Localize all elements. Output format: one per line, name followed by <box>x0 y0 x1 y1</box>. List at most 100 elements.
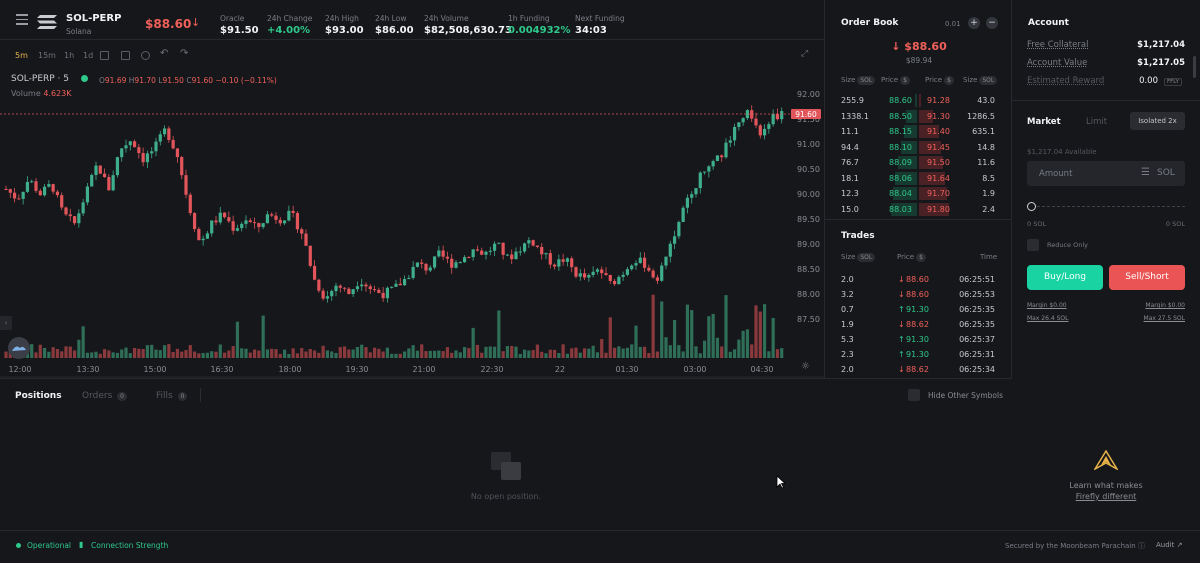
price-chart[interactable]: 92.00 91.50 91.00 90.50 90.00 89.50 89.00 88.50… <box>0 66 824 378</box>
volume-bar <box>672 320 677 358</box>
candle-body <box>677 222 681 237</box>
volume-bar <box>762 304 767 358</box>
indicators-icon[interactable] <box>121 51 130 60</box>
amount-unit[interactable]: SOL <box>1157 168 1175 178</box>
volume-bar <box>390 353 394 358</box>
volume-bar <box>321 345 325 358</box>
bid-size: 255.9 <box>841 96 864 105</box>
order-book-row[interactable]: 255.9 88.60 91.28 43.0 <box>825 93 1011 108</box>
x-tick-label: 16:30 <box>210 365 233 374</box>
candle-body <box>77 213 81 224</box>
candle-body <box>471 249 475 258</box>
redo-icon[interactable]: ↷ <box>180 48 188 59</box>
timeframe-1h[interactable]: 1h <box>64 51 74 60</box>
sell-short-button[interactable]: Sell/Short <box>1109 265 1185 290</box>
amount-input[interactable]: Amount ☰ SOL <box>1027 161 1185 186</box>
tab-limit[interactable]: Limit <box>1086 117 1107 127</box>
buy-long-button[interactable]: Buy/Long <box>1027 265 1103 290</box>
account-scrollbar[interactable] <box>1193 56 1196 78</box>
x-tick-label: 04:30 <box>750 365 773 374</box>
x-tick-label: 18:00 <box>278 365 301 374</box>
volume-bar <box>330 351 334 358</box>
volume-bar <box>432 350 437 358</box>
chart-settings-icon[interactable]: ☼ <box>801 361 810 372</box>
order-book-row[interactable]: 15.0 88.03 91.80 2.4 <box>825 202 1011 217</box>
stat-value: $91.50 <box>220 25 259 36</box>
y-tick-label: 92.00 <box>797 90 820 99</box>
fullscreen-icon[interactable]: ⤢ <box>801 49 808 59</box>
candle-body <box>775 113 780 120</box>
order-book-row[interactable]: 94.4 88.10 91.45 14.8 <box>825 140 1011 155</box>
connection-strength[interactable]: Connection Strength <box>91 541 168 550</box>
order-book-row[interactable]: 12.3 88.04 91.70 1.9 <box>825 186 1011 201</box>
stat-label: 1h Funding <box>508 14 550 23</box>
zoom-in-icon[interactable]: + <box>968 17 980 29</box>
volume-bar <box>600 338 604 358</box>
candle-body <box>192 213 197 229</box>
order-book-row[interactable]: 76.7 88.09 91.50 11.6 <box>825 155 1011 170</box>
margin-mode-select[interactable]: Isolated 2x <box>1130 112 1185 130</box>
candle-body <box>270 214 274 216</box>
order-book-row[interactable]: 11.1 88.15 91.40 635.1 <box>825 124 1011 139</box>
reduce-only-checkbox[interactable] <box>1027 239 1039 251</box>
tick-size[interactable]: 0.01 <box>945 20 961 28</box>
audit-link[interactable]: Audit ↗ <box>1156 541 1182 549</box>
volume-bar <box>548 349 552 358</box>
volume-bar <box>587 348 591 358</box>
candle-body <box>55 191 60 196</box>
timeframe-5m[interactable]: 5m <box>15 51 28 60</box>
stat-3: 24h Low $86.00 <box>375 14 414 36</box>
info-icon[interactable]: ⓘ <box>1138 542 1145 550</box>
amount-slider-handle[interactable] <box>1027 202 1036 211</box>
timeframe-15m[interactable]: 15m <box>38 51 56 60</box>
candle-body <box>437 250 441 257</box>
tab-orders[interactable]: Orders 0 <box>82 391 127 401</box>
tradingview-logo-icon[interactable] <box>8 337 30 359</box>
bid-price: 88.06 <box>889 173 912 183</box>
amount-slider-track[interactable] <box>1032 206 1185 207</box>
volume-bar <box>458 352 462 358</box>
collapse-sidebar-icon[interactable]: ‹ <box>0 316 12 330</box>
candle-body <box>634 263 638 266</box>
order-book-row[interactable]: 1338.1 88.50 91.30 1286.5 <box>825 109 1011 124</box>
volume-bar <box>338 347 342 358</box>
market-symbol[interactable]: SOL-PERP <box>66 13 121 24</box>
stat-label: 24h Low <box>375 14 407 23</box>
tab-fills[interactable]: Fills 0 <box>156 391 188 401</box>
zoom-out-icon[interactable]: − <box>986 17 998 29</box>
candle-body <box>167 128 171 140</box>
estimated-reward-label: Estimated Reward <box>1027 76 1105 86</box>
trade-price: 88.62 <box>906 320 929 329</box>
candle-body <box>368 286 372 290</box>
bid-size: 18.1 <box>841 173 859 183</box>
free-collateral-value: $1,217.04 <box>1137 40 1185 50</box>
candle-body <box>450 258 454 268</box>
hide-other-symbols-checkbox[interactable] <box>908 389 920 401</box>
volume-bar <box>261 315 265 358</box>
volume-bar <box>565 353 570 358</box>
x-tick-label: 22 <box>555 365 565 374</box>
ask-size: 14.8 <box>977 142 995 152</box>
candle-body <box>750 110 754 119</box>
order-book-row[interactable]: 18.1 88.06 91.64 8.5 <box>825 171 1011 186</box>
promo-line-1[interactable]: Learn what makes <box>1012 481 1200 490</box>
promo-line-2[interactable]: Firefly different <box>1012 492 1200 501</box>
candle-body <box>561 259 565 262</box>
volume-bar <box>651 294 655 358</box>
volume-bar <box>582 348 587 358</box>
undo-icon[interactable]: ↶ <box>160 48 168 59</box>
candle-body <box>617 276 621 285</box>
tab-market[interactable]: Market <box>1027 117 1061 127</box>
candle-type-icon[interactable] <box>100 51 109 60</box>
candle-body <box>171 139 175 149</box>
volume-bar <box>287 353 291 358</box>
volume-bar <box>557 353 561 358</box>
tab-positions[interactable]: Positions <box>15 391 62 401</box>
trade-price: 88.60 <box>906 275 929 284</box>
candlestick-chart[interactable]: 92.0091.5091.0090.5090.0089.5089.0088.50… <box>0 66 824 378</box>
compare-icon[interactable] <box>141 51 150 60</box>
bid-price: 88.50 <box>889 111 912 121</box>
mid-price: ↓ $88.60 <box>891 40 947 53</box>
timeframe-1d[interactable]: 1d <box>83 51 93 60</box>
menu-icon[interactable] <box>16 14 28 25</box>
